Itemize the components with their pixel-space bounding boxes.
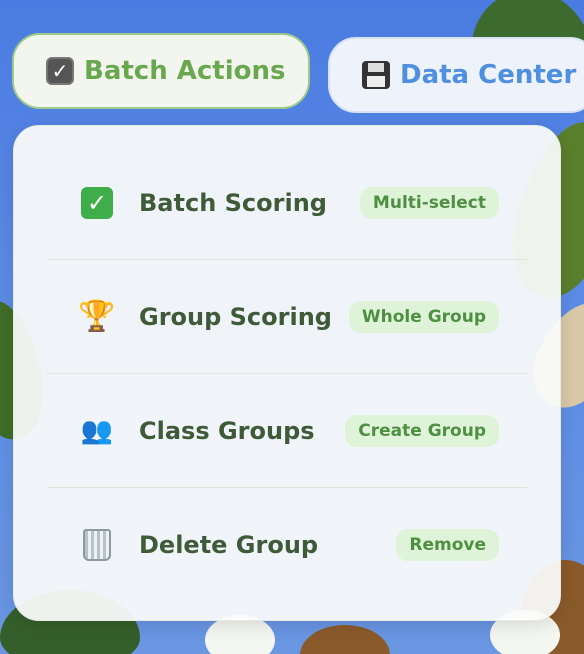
menu-item-batch-scoring[interactable]: ✓ Batch Scoring Multi-select	[47, 146, 527, 260]
batch-actions-menu: ✓ Batch Scoring Multi-select 🏆 Group Sco…	[13, 125, 561, 621]
floppy-disk-icon	[362, 61, 390, 89]
menu-item-label: Batch Scoring	[139, 188, 327, 217]
people-icon: 👥	[80, 415, 114, 446]
green-check-icon: ✓	[79, 186, 115, 219]
menu-item-group-scoring[interactable]: 🏆 Group Scoring Whole Group	[47, 260, 527, 374]
menu-item-badge: Remove	[396, 529, 499, 561]
batch-actions-label: Batch Actions	[84, 56, 286, 86]
batch-actions-tab[interactable]: ✓ Batch Actions	[12, 33, 310, 109]
menu-item-badge: Create Group	[345, 414, 499, 447]
menu-item-label: Group Scoring	[139, 302, 332, 331]
trash-icon	[79, 529, 115, 561]
menu-item-label: Class Groups	[139, 416, 315, 445]
trophy-icon: 🏆	[78, 299, 116, 334]
menu-item-class-groups[interactable]: 👥 Class Groups Create Group	[47, 374, 527, 488]
menu-item-delete-group[interactable]: Delete Group Remove	[47, 488, 527, 602]
data-center-label: Data Center	[400, 60, 577, 90]
menu-item-label: Delete Group	[139, 531, 319, 559]
acorn-decoration	[300, 625, 390, 654]
checkbox-icon: ✓	[46, 57, 74, 85]
menu-item-badge: Multi-select	[359, 186, 499, 219]
menu-item-badge: Whole Group	[348, 300, 499, 333]
data-center-tab[interactable]: Data Center	[328, 37, 584, 113]
